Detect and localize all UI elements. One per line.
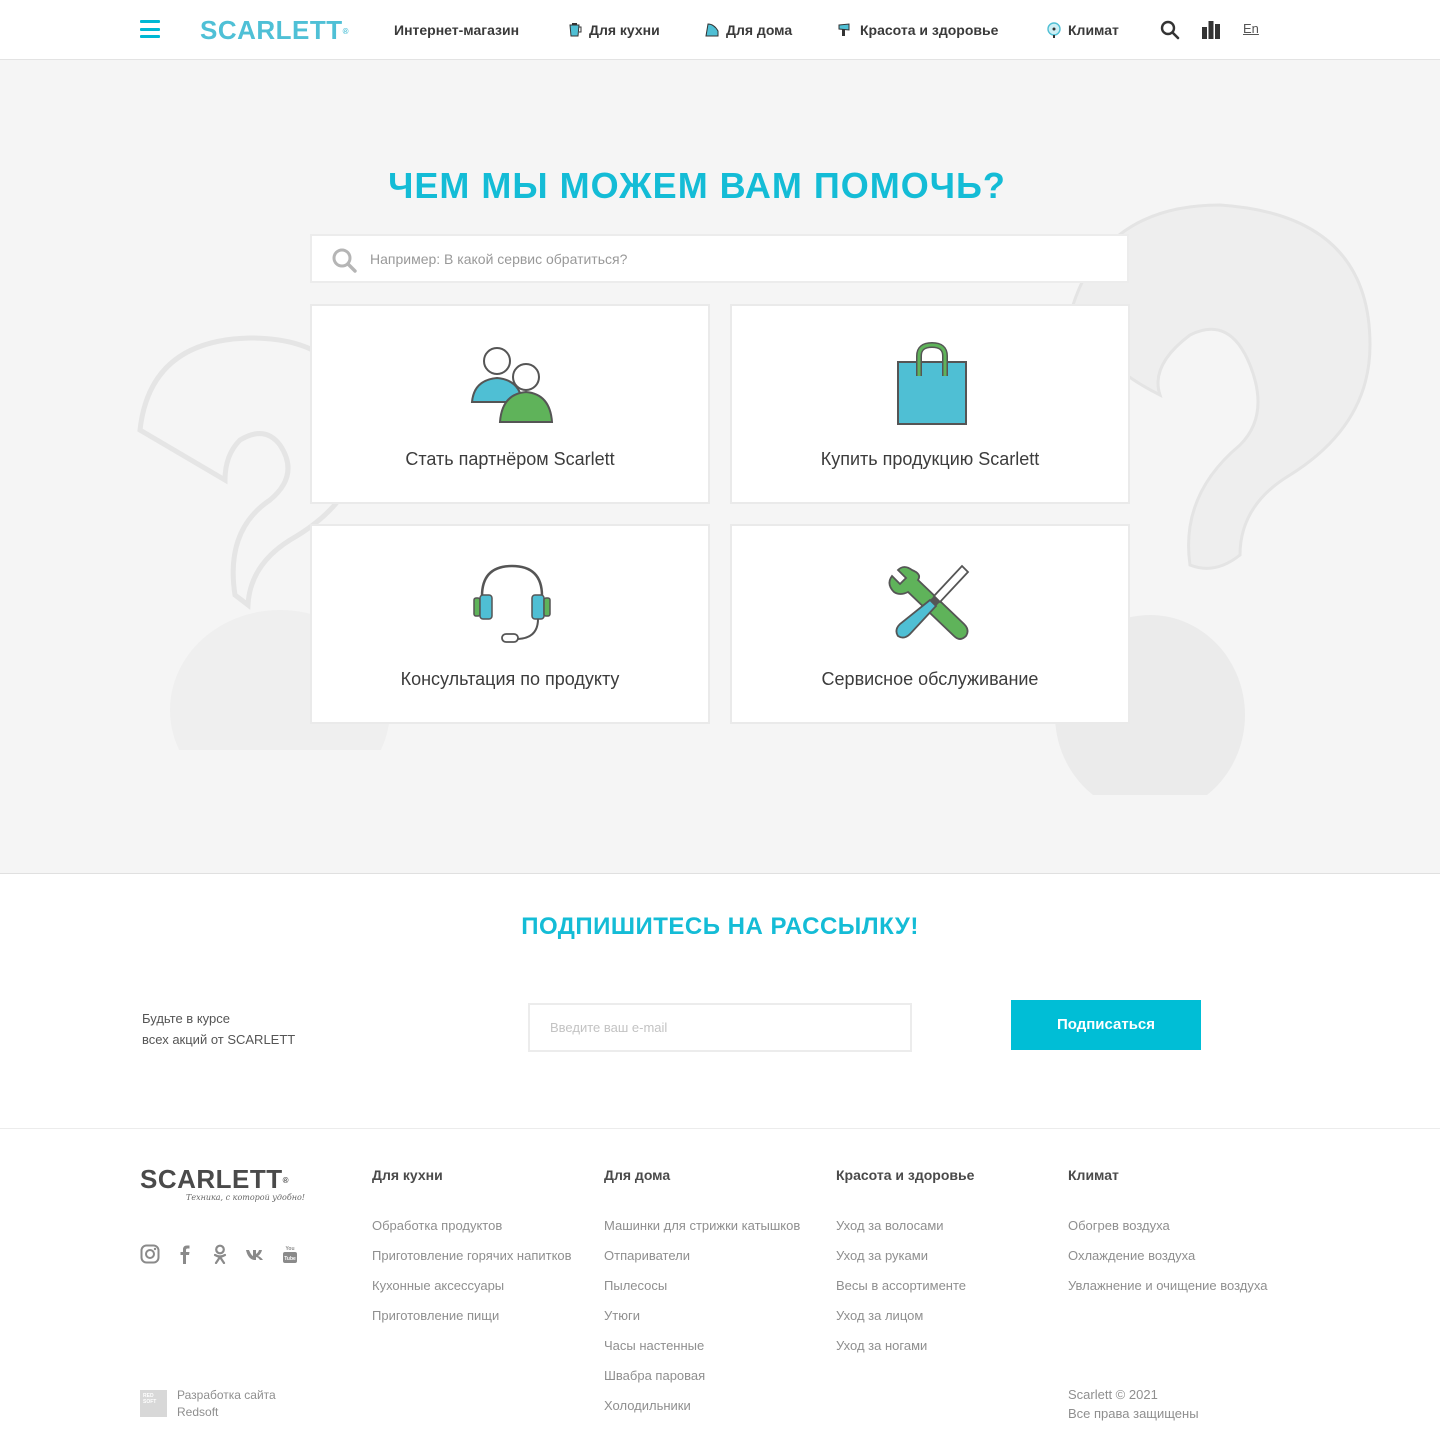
- footer-link[interactable]: Приготовление пищи: [372, 1307, 499, 1325]
- footer-col-title-kitchen[interactable]: Для кухни: [372, 1167, 443, 1183]
- footer-link[interactable]: Уход за руками: [836, 1247, 928, 1265]
- footer-link[interactable]: Уход за ногами: [836, 1337, 927, 1355]
- footer-link[interactable]: Кухонные аксессуары: [372, 1277, 504, 1295]
- iron-icon: [705, 23, 719, 37]
- search-icon: [332, 248, 357, 273]
- hairdryer-icon: [838, 23, 850, 36]
- svg-text:Tube: Tube: [284, 1256, 296, 1262]
- subscribe-text: Будьте в курсе всех акций от SCARLETT: [142, 1011, 296, 1047]
- instagram-icon[interactable]: [140, 1244, 160, 1264]
- footer-link[interactable]: Обработка продуктов: [372, 1217, 502, 1235]
- footer-link[interactable]: Часы настенные: [604, 1337, 704, 1355]
- footer-link[interactable]: Уход за лицом: [836, 1307, 923, 1325]
- footer-col-title-home[interactable]: Для дома: [604, 1167, 670, 1183]
- footer-link[interactable]: Увлажнение и очищение воздуха: [1068, 1277, 1267, 1295]
- card-label: Консультация по продукту: [400, 669, 620, 689]
- nav-home[interactable]: Для дома: [704, 21, 792, 39]
- language-switch[interactable]: En: [1243, 21, 1259, 36]
- card-partner[interactable]: Стать партнёром Scarlett: [310, 304, 710, 504]
- redsoft-logo[interactable]: RED SOFT: [140, 1390, 167, 1417]
- footer-link[interactable]: Обогрев воздуха: [1068, 1217, 1170, 1235]
- headset-icon: [473, 564, 551, 643]
- help-search: [310, 234, 1129, 283]
- card-label: Купить продукцию Scarlett: [820, 449, 1040, 469]
- card-service[interactable]: Сервисное обслуживание: [730, 524, 1130, 724]
- developer-credit[interactable]: Разработка сайта Redsoft: [177, 1387, 276, 1421]
- nav-climate[interactable]: Климат: [1046, 21, 1119, 39]
- nav-beauty[interactable]: Красота и здоровье: [838, 21, 998, 39]
- kettle-icon: [569, 23, 582, 37]
- facebook-icon[interactable]: [175, 1244, 195, 1264]
- copyright: Scarlett © 2021 Все права защищены: [1068, 1387, 1199, 1421]
- logo[interactable]: SCARLETT®: [200, 15, 349, 45]
- footer-link[interactable]: Уход за волосами: [836, 1217, 944, 1235]
- help-section: ЧЕМ МЫ МОЖЕМ ВАМ ПОМОЧЬ? Стать партнёром…: [0, 60, 1440, 874]
- footer-link[interactable]: Холодильники: [604, 1397, 691, 1415]
- footer-logo[interactable]: SCARLETT®: [140, 1164, 289, 1194]
- subscribe-button[interactable]: Подписаться: [1011, 1000, 1201, 1050]
- search-icon[interactable]: [1160, 20, 1180, 40]
- partners-icon: [470, 347, 554, 423]
- footer-link[interactable]: Утюги: [604, 1307, 640, 1325]
- shopping-bag-icon: [897, 342, 967, 425]
- footer-link[interactable]: Весы в ассортименте: [836, 1277, 966, 1295]
- email-field[interactable]: [530, 1005, 910, 1050]
- vk-icon[interactable]: [245, 1244, 265, 1264]
- footer-link[interactable]: Швабра паровая: [604, 1367, 705, 1385]
- youtube-icon[interactable]: You Tube: [280, 1244, 300, 1264]
- menu-icon[interactable]: [140, 20, 160, 38]
- card-label: Стать партнёром Scarlett: [405, 449, 615, 469]
- footer-col-title-climate[interactable]: Климат: [1068, 1167, 1119, 1183]
- site-header: SCARLETT® Интернет-магазин Для кухни Для…: [0, 0, 1440, 60]
- help-search-input[interactable]: [370, 236, 1110, 281]
- footer-link[interactable]: Машинки для стрижки катышков: [604, 1217, 800, 1235]
- footer-link[interactable]: Пылесосы: [604, 1277, 667, 1295]
- nav-kitchen[interactable]: Для кухни: [567, 21, 660, 39]
- odnoklassniki-icon[interactable]: [210, 1244, 230, 1264]
- footer-link[interactable]: Приготовление горячих напитков: [372, 1247, 572, 1265]
- footer-link[interactable]: Охлаждение воздуха: [1068, 1247, 1195, 1265]
- fan-icon: [1047, 22, 1061, 38]
- card-buy[interactable]: Купить продукцию Scarlett: [730, 304, 1130, 504]
- card-consultation[interactable]: Консультация по продукту: [310, 524, 710, 724]
- subscribe-title: ПОДПИШИТЕСЬ НА РАССЫЛКУ!: [521, 913, 919, 940]
- tools-icon: [888, 564, 970, 640]
- nav-online-store[interactable]: Интернет-магазин: [394, 21, 519, 39]
- footer-tagline: Техника, с которой удобно!: [186, 1193, 305, 1202]
- footer-col-title-beauty[interactable]: Красота и здоровье: [836, 1167, 974, 1183]
- footer-divider: [0, 1128, 1440, 1129]
- card-label: Сервисное обслуживание: [821, 669, 1039, 689]
- email-field-wrapper: [528, 1003, 912, 1052]
- page-title: ЧЕМ МЫ МОЖЕМ ВАМ ПОМОЧЬ?: [388, 165, 1006, 206]
- footer-link[interactable]: Отпариватели: [604, 1247, 690, 1265]
- svg-text:You: You: [285, 1246, 294, 1252]
- compare-icon[interactable]: [1201, 21, 1221, 39]
